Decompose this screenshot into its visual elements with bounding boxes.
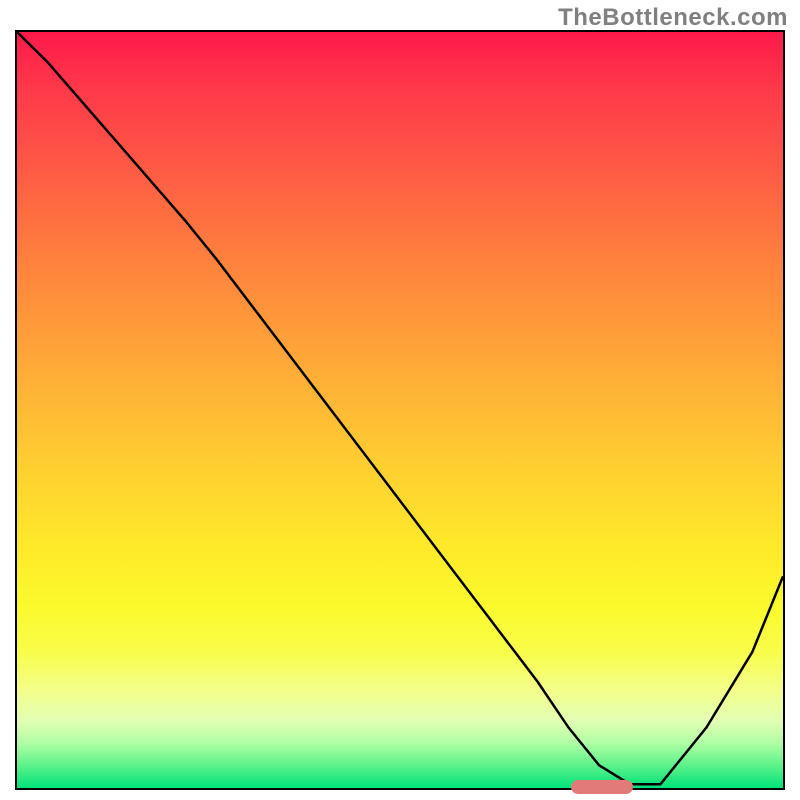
line-curve	[17, 32, 783, 788]
chart-stage: TheBottleneck.com	[0, 0, 800, 800]
plot-frame	[15, 30, 785, 790]
watermark-text: TheBottleneck.com	[558, 4, 788, 32]
target-marker	[571, 780, 633, 794]
